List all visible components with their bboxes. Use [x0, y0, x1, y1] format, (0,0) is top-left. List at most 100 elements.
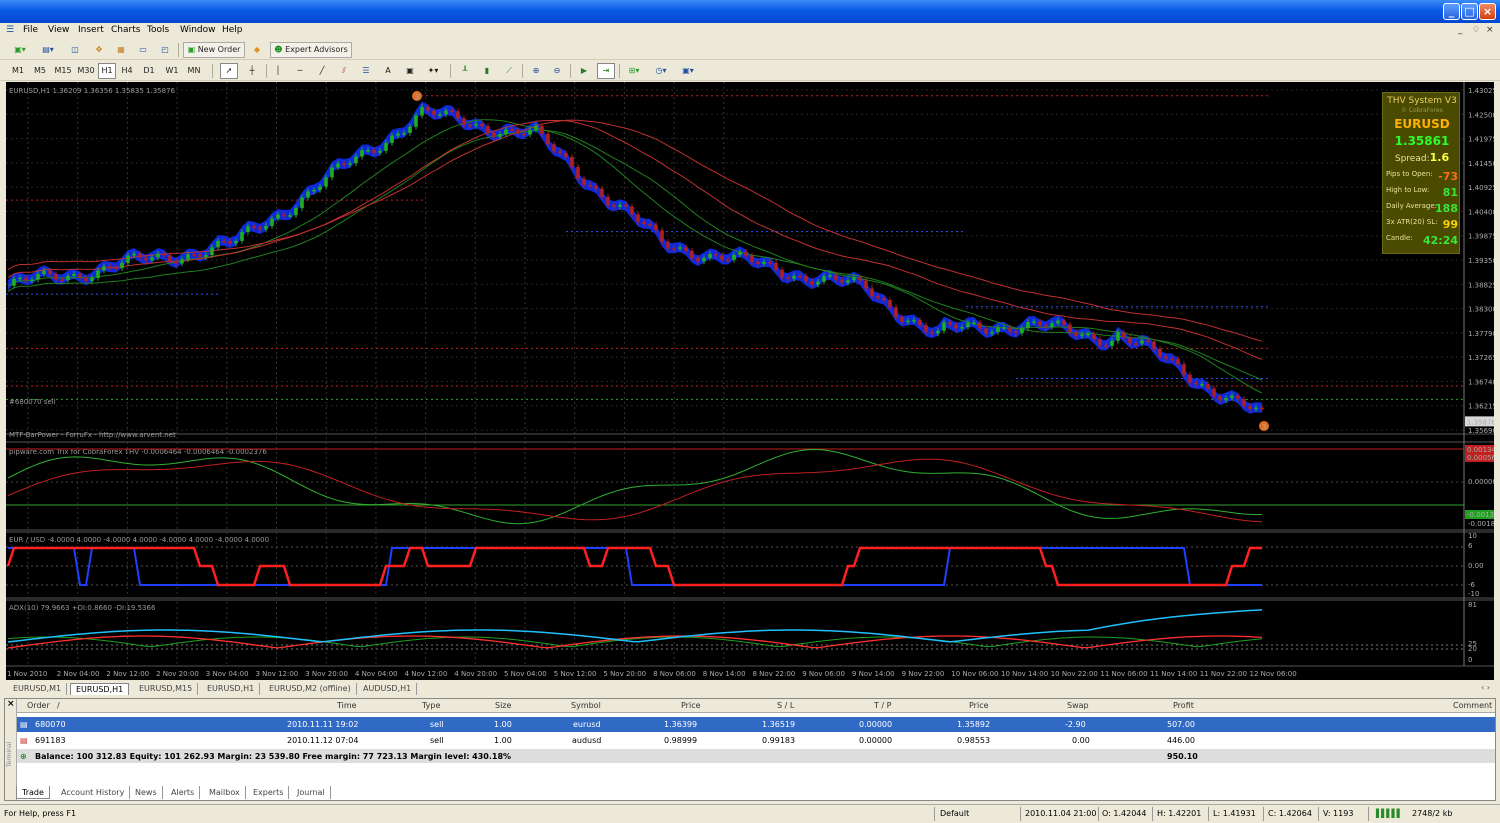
chart-tab-eurusd-m1[interactable]: EURUSD,M1 — [8, 683, 68, 695]
mdi-restore-button[interactable]: ♢ — [1472, 25, 1480, 35]
col-swap[interactable]: Swap — [1067, 701, 1089, 710]
equidistant-channel-icon[interactable]: ⫽ — [336, 63, 352, 79]
tab-trade[interactable]: Trade — [16, 786, 50, 799]
horizontal-line-icon[interactable]: ─ — [292, 63, 308, 79]
menu-tools[interactable]: Tools — [147, 25, 169, 35]
col-sl[interactable]: S / L — [777, 701, 794, 710]
candle-body — [144, 257, 148, 261]
periods-icon[interactable]: ◷▾ — [650, 63, 672, 79]
thv-symbol: EURUSD — [1394, 117, 1450, 131]
tab-news[interactable]: News — [130, 786, 163, 799]
data-window-icon[interactable]: ▦ — [112, 42, 130, 58]
status-datetime: 2010.11.04 21:00 — [1025, 809, 1097, 818]
col-profit[interactable]: Profit — [1173, 701, 1194, 710]
col-tp[interactable]: T / P — [874, 701, 892, 710]
thv-row-pips-to-open: Pips to Open: -73 — [1386, 170, 1458, 183]
minimize-button[interactable]: _ — [1443, 3, 1460, 20]
trade-table-header: Order / Time Type Size Symbol Price S / … — [17, 699, 1495, 713]
timeframe-h4[interactable]: H4 — [118, 63, 136, 79]
arrows-icon[interactable]: ✦▾ — [422, 63, 444, 79]
col-size[interactable]: Size — [495, 701, 511, 710]
zoom-out-icon[interactable]: ⊖ — [548, 63, 566, 79]
timeframe-m30[interactable]: M30 — [75, 63, 97, 79]
menu-file[interactable]: File — [23, 25, 38, 35]
col-symbol[interactable]: Symbol — [571, 701, 601, 710]
candle-body — [738, 251, 742, 255]
auto-scroll-icon[interactable]: ▶ — [575, 63, 593, 79]
status-bar: For Help, press F1 Default 2010.11.04 21… — [0, 804, 1500, 823]
vertical-line-icon[interactable]: │ — [270, 63, 286, 79]
chart-tab-eurusd-h1[interactable]: EURUSD,H1 — [70, 683, 130, 695]
col-comment[interactable]: Comment — [1453, 701, 1492, 710]
menu-help[interactable]: Help — [222, 25, 243, 35]
timeframe-mn[interactable]: MN — [184, 63, 204, 79]
chart-shift-icon[interactable]: ⇥ — [597, 63, 615, 79]
mdi-close-button[interactable]: × — [1486, 25, 1494, 35]
price-tick-label: 1.42500 — [1468, 111, 1494, 119]
time-axis-label: 2 Nov 12:00 — [106, 670, 149, 678]
terminal-close-button[interactable]: × — [7, 699, 15, 709]
col-current-price[interactable]: Price — [969, 701, 989, 710]
mdi-minimize-button[interactable]: _ — [1458, 25, 1463, 35]
trendline-icon[interactable]: ╱ — [314, 63, 330, 79]
metaeditor-icon[interactable]: ◆ — [248, 42, 266, 58]
time-axis-label: 11 Nov 14:00 — [1150, 670, 1197, 678]
profiles-icon[interactable]: ▤▾ — [36, 42, 60, 58]
tab-account-history[interactable]: Account History — [56, 786, 131, 799]
menu-charts[interactable]: Charts — [111, 25, 140, 35]
col-price[interactable]: Price — [681, 701, 701, 710]
maximize-button[interactable]: □ — [1461, 3, 1478, 20]
expert-advisors-button[interactable]: ☻ Expert Advisors — [270, 42, 352, 58]
candle-body — [54, 273, 58, 280]
col-order[interactable]: Order — [27, 701, 50, 710]
chart-tab-audusd-h1[interactable]: AUDUSD,H1 — [358, 683, 418, 695]
candle-body — [504, 129, 508, 135]
text-label-icon[interactable]: ▣ — [402, 63, 418, 79]
terminal-icon[interactable]: ▭ — [134, 42, 152, 58]
chart-window[interactable]: 1.43025 1.42500 1.41975 1.41450 1.40925 1.404… — [6, 82, 1494, 680]
candle-body — [630, 206, 634, 215]
tab-alerts[interactable]: Alerts — [166, 786, 201, 799]
timeframe-m5[interactable]: M5 — [30, 63, 50, 79]
candlestick-icon[interactable]: ▮ — [478, 63, 496, 79]
menu-window[interactable]: Window — [180, 25, 216, 35]
line-chart-icon[interactable]: ⟋ — [500, 63, 518, 79]
timeframe-m1[interactable]: M1 — [8, 63, 28, 79]
timeframe-d1[interactable]: D1 — [140, 63, 158, 79]
thv-row-daily-average: Daily Average: 188 — [1386, 202, 1458, 215]
chart-tab-eurusd-m15[interactable]: EURUSD,M15 — [134, 683, 199, 695]
templates-icon[interactable]: ▣▾ — [677, 63, 699, 79]
menu-view[interactable]: View — [48, 25, 69, 35]
timeframe-m15[interactable]: M15 — [52, 63, 74, 79]
candle-body — [528, 129, 532, 135]
new-order-button[interactable]: ▣ New Order — [183, 42, 245, 58]
tab-experts[interactable]: Experts — [248, 786, 290, 799]
tab-journal[interactable]: Journal — [292, 786, 331, 799]
menu-insert[interactable]: Insert — [78, 25, 104, 35]
price-chart[interactable]: 1.43025 1.42500 1.41975 1.41450 1.40925 1.404… — [6, 82, 1494, 680]
timeframe-w1[interactable]: W1 — [162, 63, 182, 79]
navigator-icon[interactable]: ✥ — [90, 42, 108, 58]
chart-tab-eurusd-h1-2[interactable]: EURUSD,H1 — [202, 683, 261, 695]
indicators-icon[interactable]: ⊞▾ — [623, 63, 645, 79]
trade-row[interactable]: ▤ 680070 2010.11.11 19:02 sell 1.00 euru… — [17, 717, 1495, 732]
timeframe-h1[interactable]: H1 — [98, 63, 116, 79]
bar-chart-icon[interactable]: ┸ — [456, 63, 474, 79]
tab-mailbox[interactable]: Mailbox — [204, 786, 246, 799]
crosshair-icon[interactable]: ┼ — [243, 63, 261, 79]
chart-tabs-scroll[interactable]: ‹ › — [1481, 683, 1490, 692]
col-type[interactable]: Type — [422, 701, 440, 710]
cursor-icon[interactable]: ➚ — [220, 63, 238, 79]
close-button[interactable]: × — [1479, 3, 1496, 20]
zoom-in-icon[interactable]: ⊕ — [527, 63, 545, 79]
trade-row[interactable]: ▤ 691183 2010.11.12 07:04 sell 1.00 audu… — [17, 733, 1495, 748]
new-chart-icon[interactable]: ▣▾ — [8, 42, 32, 58]
col-time[interactable]: Time — [337, 701, 357, 710]
candle-body — [636, 214, 640, 222]
fibonacci-icon[interactable]: ☰ — [358, 63, 374, 79]
text-tool-icon[interactable]: A — [380, 63, 396, 79]
chart-tab-eurusd-m2-offline[interactable]: EURUSD,M2 (offline) — [264, 683, 357, 695]
market-watch-icon[interactable]: ◫ — [66, 42, 84, 58]
strategy-tester-icon[interactable]: ◰ — [156, 42, 174, 58]
trix-value-tag-label: 0.00056 — [1467, 454, 1494, 462]
